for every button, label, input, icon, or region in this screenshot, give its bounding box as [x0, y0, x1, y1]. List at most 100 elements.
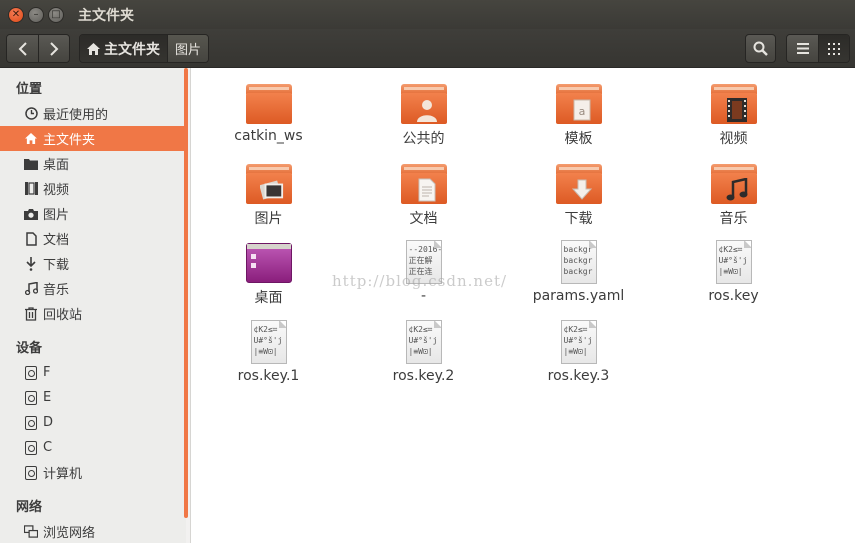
- file-item[interactable]: ¢K2≤⌗ U#°š'j |≡W⊡| ros.key.2: [346, 320, 501, 390]
- file-name: ros.key.1: [237, 368, 300, 384]
- sidebar-item-home[interactable]: 主文件夹: [0, 126, 186, 151]
- download-icon: [24, 256, 38, 271]
- list-icon: [796, 43, 809, 54]
- list-view-button[interactable]: [787, 35, 818, 62]
- maximize-icon: □: [51, 8, 61, 20]
- file-item[interactable]: 下载: [501, 160, 656, 230]
- sidebar-item-label: D: [43, 415, 54, 430]
- sidebar-item-label: 主文件夹: [43, 133, 96, 148]
- sidebar-item-drive-f[interactable]: F: [0, 360, 186, 385]
- pictures-folder-icon: [245, 164, 292, 204]
- documents-folder-icon: [400, 164, 447, 204]
- view-mode-switch: [786, 34, 850, 63]
- network-icon: [24, 525, 38, 539]
- binary-file-icon: ¢K2≤⌗ U#°š'j |≡W⊡|: [405, 320, 442, 364]
- file-name: 视频: [719, 131, 748, 147]
- file-item[interactable]: a 模板: [501, 80, 656, 150]
- sidebar-item-recent[interactable]: 最近使用的: [0, 101, 186, 126]
- minimize-window-button[interactable]: –: [28, 6, 44, 23]
- drive-icon: [24, 415, 38, 430]
- sidebar-item-pictures[interactable]: 图片: [0, 201, 186, 226]
- videos-folder-icon: [710, 84, 757, 124]
- film-icon: [24, 182, 38, 196]
- file-item[interactable]: 桌面: [191, 240, 346, 310]
- sidebar-item-browse-network[interactable]: 浏览网络: [0, 519, 186, 543]
- file-item[interactable]: 音乐: [656, 160, 811, 230]
- breadcrumb-pictures-label: 图片: [175, 43, 202, 58]
- sidebar-item-drive-d[interactable]: D: [0, 410, 186, 435]
- file-item[interactable]: 视频: [656, 80, 811, 150]
- sidebar-item-label: 桌面: [43, 158, 70, 173]
- downloads-folder-icon: [555, 164, 602, 204]
- file-name: catkin_ws: [234, 128, 303, 144]
- file-item[interactable]: catkin_ws: [191, 80, 346, 150]
- trash-icon: [24, 306, 38, 321]
- breadcrumb-home-label: 主文件夹: [104, 41, 160, 58]
- sidebar-scrollbar[interactable]: [184, 68, 188, 518]
- file-item[interactable]: 文档: [346, 160, 501, 230]
- file-item[interactable]: backgr backgr backgr params.yaml: [501, 240, 656, 310]
- drive-icon: [24, 390, 38, 405]
- sidebar-section-devices: 设备: [16, 340, 43, 356]
- file-item[interactable]: 公共的: [346, 80, 501, 150]
- binary-file-icon: ¢K2≤⌗ U#°š'j |≡W⊡|: [560, 320, 597, 364]
- home-icon: [87, 42, 100, 55]
- maximize-window-button[interactable]: □: [48, 6, 64, 23]
- sidebar-item-computer[interactable]: 计算机: [0, 460, 186, 485]
- chevron-right-icon: [50, 41, 59, 56]
- file-name: 公共的: [402, 131, 445, 147]
- close-window-button[interactable]: ✕: [8, 6, 24, 23]
- drive-icon: [24, 440, 38, 455]
- breadcrumb: 主文件夹 图片: [79, 34, 210, 63]
- grid-icon: [828, 42, 840, 55]
- sidebar-item-label: 视频: [43, 183, 70, 198]
- forward-button[interactable]: [38, 35, 69, 62]
- templates-folder-icon: a: [555, 84, 602, 124]
- file-item[interactable]: ¢K2≤⌗ U#°š'j |≡W⊡| ros.key.3: [501, 320, 656, 390]
- music-folder-icon: [710, 164, 757, 204]
- sidebar-item-videos[interactable]: 视频: [0, 176, 186, 201]
- sidebar-section-places: 位置: [16, 81, 43, 97]
- desktop-folder-icon: [245, 243, 292, 283]
- sidebar-item-downloads[interactable]: 下载: [0, 251, 186, 276]
- text-file-icon: backgr backgr backgr: [560, 240, 597, 284]
- file-view: catkin_ws 公共的 a 模板 视频 图片 文档 下载 音乐 桌面 --2…: [190, 68, 855, 543]
- sidebar-item-label: E: [43, 390, 52, 405]
- file-name: params.yaml: [532, 288, 625, 304]
- file-name: 下载: [564, 211, 593, 227]
- search-icon: [753, 41, 768, 56]
- binary-file-icon: ¢K2≤⌗ U#°š'j |≡W⊡|: [250, 320, 287, 364]
- folder-icon: [245, 84, 292, 124]
- sidebar-item-music[interactable]: 音乐: [0, 276, 186, 301]
- grid-view-button[interactable]: [818, 35, 849, 62]
- sidebar-item-drive-c[interactable]: C: [0, 435, 186, 460]
- file-name: 模板: [564, 131, 593, 147]
- file-item[interactable]: ¢K2≤⌗ U#°š'j |≡W⊡| ros.key: [656, 240, 811, 310]
- breadcrumb-home[interactable]: 主文件夹: [80, 35, 167, 62]
- back-button[interactable]: [7, 35, 38, 62]
- watermark: http://blog.csdn.net/: [332, 272, 508, 290]
- sidebar-item-label: 浏览网络: [43, 526, 96, 541]
- search-button[interactable]: [745, 34, 776, 63]
- public-folder-icon: [400, 84, 447, 124]
- breadcrumb-pictures[interactable]: 图片: [167, 35, 209, 62]
- sidebar-item-trash[interactable]: 回收站: [0, 301, 186, 326]
- document-icon: [24, 231, 38, 246]
- sidebar-item-documents[interactable]: 文档: [0, 226, 186, 251]
- sidebar-item-label: 最近使用的: [43, 108, 109, 123]
- sidebar-item-drive-e[interactable]: E: [0, 385, 186, 410]
- file-item[interactable]: ¢K2≤⌗ U#°š'j |≡W⊡| ros.key.1: [191, 320, 346, 390]
- sidebar-item-label: 回收站: [43, 308, 83, 323]
- minimize-icon: –: [33, 8, 39, 20]
- sidebar-item-label: 音乐: [43, 283, 70, 298]
- sidebar-item-desktop[interactable]: 桌面: [0, 151, 186, 176]
- camera-icon: [24, 207, 38, 221]
- file-name: ros.key.3: [547, 368, 610, 384]
- drive-icon: [24, 365, 38, 380]
- file-name: ros.key.2: [392, 368, 455, 384]
- file-name: 桌面: [254, 290, 283, 306]
- file-name: 音乐: [719, 211, 748, 227]
- sidebar-item-label: C: [43, 440, 53, 455]
- sidebar-item-label: 计算机: [43, 467, 83, 482]
- file-item[interactable]: 图片: [191, 160, 346, 230]
